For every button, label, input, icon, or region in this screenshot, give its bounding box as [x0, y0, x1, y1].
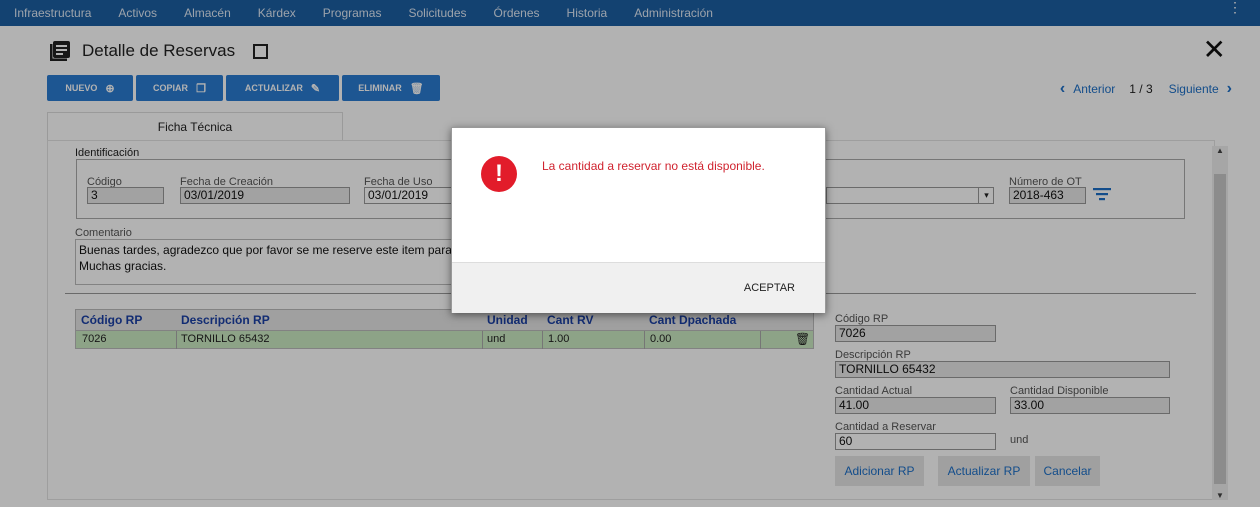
alert-dialog: ! La cantidad a reservar no está disponi…	[451, 127, 826, 313]
aceptar-button[interactable]: ACEPTAR	[744, 282, 795, 294]
dialog-footer: ACEPTAR	[452, 262, 825, 313]
error-icon: !	[481, 156, 517, 192]
alert-message: La cantidad a reservar no está disponibl…	[542, 159, 765, 173]
